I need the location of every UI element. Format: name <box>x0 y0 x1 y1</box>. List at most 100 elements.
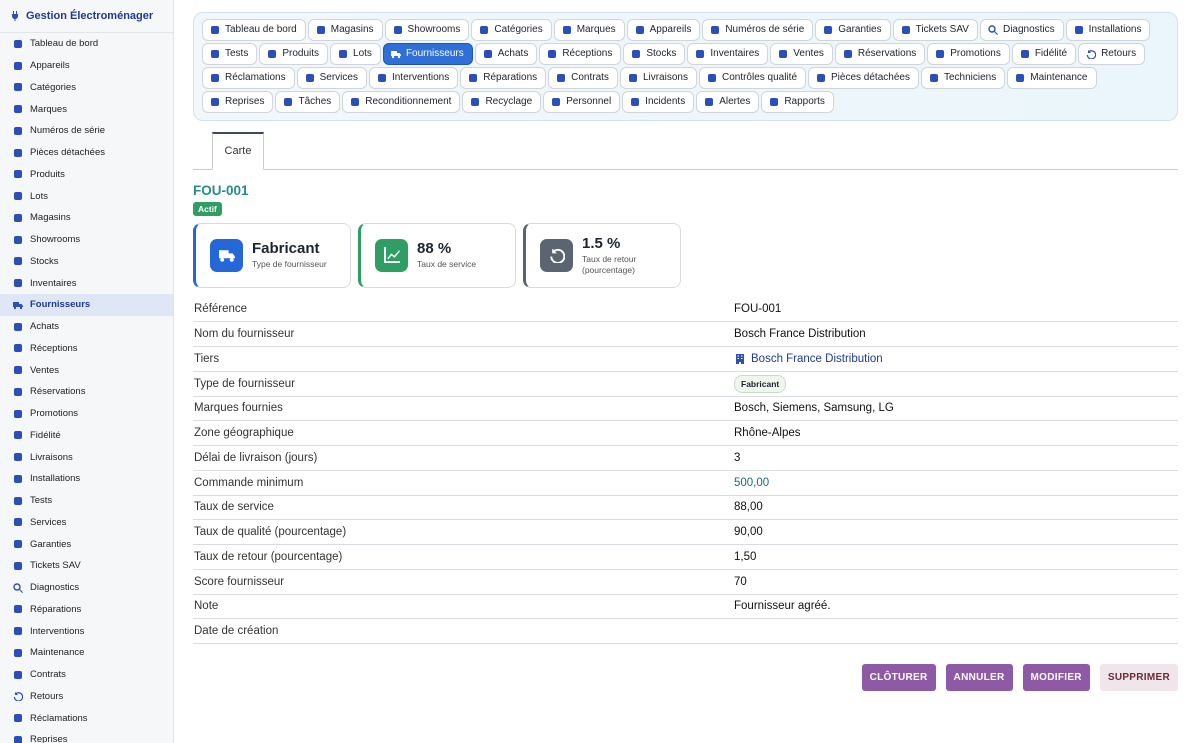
tab-bell-concierge[interactable]: Services <box>296 67 367 89</box>
sidebar-item-hammer[interactable]: Maintenance <box>0 642 173 664</box>
sidebar-item-label: Produits <box>30 168 65 180</box>
tab-redo[interactable]: Reconditionnement <box>342 91 461 113</box>
tab-bell[interactable]: Alertes <box>696 91 760 113</box>
sidebar-item-cart[interactable]: Achats <box>0 316 173 338</box>
sidebar-item-file-contract[interactable]: Contrats <box>0 664 173 686</box>
app-brand[interactable]: Gestion Électroménager <box>0 0 173 33</box>
cancel-button[interactable]: ANNULER <box>945 664 1013 691</box>
tab-chart-pie[interactable]: Rapports <box>761 91 834 113</box>
tab-gear[interactable]: Marques <box>553 19 625 41</box>
tab-dolly[interactable]: Réceptions <box>539 43 622 65</box>
sidebar-item-cubes[interactable]: Lots <box>0 185 173 207</box>
tab-box[interactable]: Produits <box>259 43 329 65</box>
sidebar-item-sitemap[interactable]: Catégories <box>0 77 173 99</box>
tab-warning[interactable]: Incidents <box>622 91 695 113</box>
sidebar-item-dolly[interactable]: Réceptions <box>0 338 173 360</box>
tab-id-badge[interactable]: Techniciens <box>920 67 1006 89</box>
tab-bookmark[interactable]: Réservations <box>834 43 926 65</box>
sidebar-item-comment[interactable]: Réclamations <box>0 707 173 729</box>
sidebar-item-shield[interactable]: Garanties <box>0 533 173 555</box>
sidebar-item-bookmark[interactable]: Réservations <box>0 381 173 403</box>
sidebar-item-exchange[interactable]: Reprises <box>0 729 173 743</box>
sidebar-item-tags[interactable]: Promotions <box>0 403 173 425</box>
sidebar-item-store[interactable]: Magasins <box>0 207 173 229</box>
tab-plug[interactable]: Appareils <box>626 19 701 41</box>
sidebar-item-label: Réparations <box>30 603 82 615</box>
tab-award[interactable]: Fidélité <box>1011 43 1077 65</box>
sidebar-item-wrench[interactable]: Installations <box>0 468 173 490</box>
tab-helmet[interactable]: Interventions <box>368 67 459 89</box>
sidebar-item-cog[interactable]: Pièces détachées <box>0 142 173 164</box>
sidebar-item-label: Services <box>30 516 67 528</box>
tab-search[interactable]: Diagnostics <box>979 19 1064 41</box>
tab-label: Réservations <box>857 48 917 60</box>
tab-cubes[interactable]: Lots <box>330 43 381 65</box>
module-tabs: Tableau de bord Magasins Showrooms Catégori… <box>193 12 1178 121</box>
tab-grid[interactable]: Showrooms <box>384 19 470 41</box>
sidebar-item-barcode[interactable]: Numéros de série <box>0 120 173 142</box>
tab-tags[interactable]: Promotions <box>927 43 1010 65</box>
sidebar-item-lifebuoy[interactable]: Tickets SAV <box>0 555 173 577</box>
tab-cart[interactable]: Achats <box>474 43 538 65</box>
sidebar-item-truck[interactable]: Fournisseurs <box>0 294 173 316</box>
delete-button[interactable]: SUPPRIMER <box>1099 664 1178 691</box>
tab-bolt[interactable]: Tests <box>202 43 258 65</box>
tab-carte[interactable]: Carte <box>212 131 264 170</box>
tab-clipboard[interactable]: Inventaires <box>687 43 769 65</box>
edit-button[interactable]: MODIFIER <box>1022 664 1090 691</box>
sidebar-item-tools[interactable]: Réparations <box>0 599 173 621</box>
tab-clipboard-check[interactable]: Contrôles qualité <box>698 67 807 89</box>
details-table: Référence FOU-001 Nom du fournisseur Bosch … <box>193 298 1178 644</box>
tab-truck[interactable]: Fournisseurs <box>382 43 473 65</box>
sidebar-item-box[interactable]: Produits <box>0 164 173 186</box>
tab-label: Réceptions <box>562 48 613 60</box>
tab-recycle[interactable]: Recyclage <box>462 91 542 113</box>
tab-list[interactable]: Tâches <box>275 91 341 113</box>
sidebar-item-award[interactable]: Fidélité <box>0 425 173 447</box>
sidebar-item-plug[interactable]: Appareils <box>0 55 173 77</box>
tab-tools[interactable]: Réparations <box>460 67 547 89</box>
tiers-link-text[interactable]: Bosch France Distribution <box>751 353 883 365</box>
tab-dashboard[interactable]: Tableau de bord <box>202 19 306 41</box>
cart-icon <box>482 48 494 60</box>
tab-warehouse[interactable]: Stocks <box>623 43 686 65</box>
tiers-link[interactable]: Bosch France Distribution <box>734 353 883 365</box>
tab-sitemap[interactable]: Catégories <box>471 19 552 41</box>
tab-cash-register[interactable]: Ventes <box>770 43 833 65</box>
sidebar-item-clipboard[interactable]: Inventaires <box>0 272 173 294</box>
sidebar-item-cash-register[interactable]: Ventes <box>0 359 173 381</box>
tab-barcode[interactable]: Numéros de série <box>702 19 814 41</box>
tab-shipping[interactable]: Livraisons <box>619 67 697 89</box>
sidebar-item-dashboard[interactable]: Tableau de bord <box>0 33 173 55</box>
sidebar-item-gear[interactable]: Marques <box>0 98 173 120</box>
tab-file-contract[interactable]: Contrats <box>548 67 618 89</box>
tab-label: Fournisseurs <box>405 48 464 60</box>
shield-icon <box>822 24 834 36</box>
close-record-button[interactable]: CLÔTURER <box>861 664 936 691</box>
sidebar-item-label: Contrats <box>30 669 66 681</box>
sidebar-item-bell-concierge[interactable]: Services <box>0 512 173 534</box>
tab-lifebuoy[interactable]: Tickets SAV <box>892 19 978 41</box>
tab-shield[interactable]: Garanties <box>815 19 891 41</box>
sidebar-item-label: Garanties <box>30 538 72 550</box>
tab-label: Reconditionnement <box>365 96 452 108</box>
view-tabs: Carte <box>193 131 1178 170</box>
tab-store[interactable]: Magasins <box>307 19 383 41</box>
tab-wrench[interactable]: Installations <box>1065 19 1151 41</box>
tab-undo[interactable]: Retours <box>1078 43 1146 65</box>
sidebar-item-grid[interactable]: Showrooms <box>0 229 173 251</box>
tab-hammer[interactable]: Maintenance <box>1007 67 1097 89</box>
sidebar-item-shipping[interactable]: Livraisons <box>0 446 173 468</box>
card-value: 1.5 % <box>582 235 621 253</box>
tab-label: Produits <box>282 48 320 60</box>
sidebar-item-warehouse[interactable]: Stocks <box>0 251 173 273</box>
sidebar-item-helmet[interactable]: Interventions <box>0 620 173 642</box>
tab-comment[interactable]: Réclamations <box>202 67 295 89</box>
sidebar-item-bolt[interactable]: Tests <box>0 490 173 512</box>
tab-users[interactable]: Personnel <box>543 91 621 113</box>
sidebar-item-search[interactable]: Diagnostics <box>0 577 173 599</box>
detail-label: Score fournisseur <box>194 575 285 588</box>
tab-exchange[interactable]: Reprises <box>202 91 274 113</box>
tab-cog[interactable]: Pièces détachées <box>808 67 919 89</box>
sidebar-item-undo[interactable]: Retours <box>0 686 173 708</box>
